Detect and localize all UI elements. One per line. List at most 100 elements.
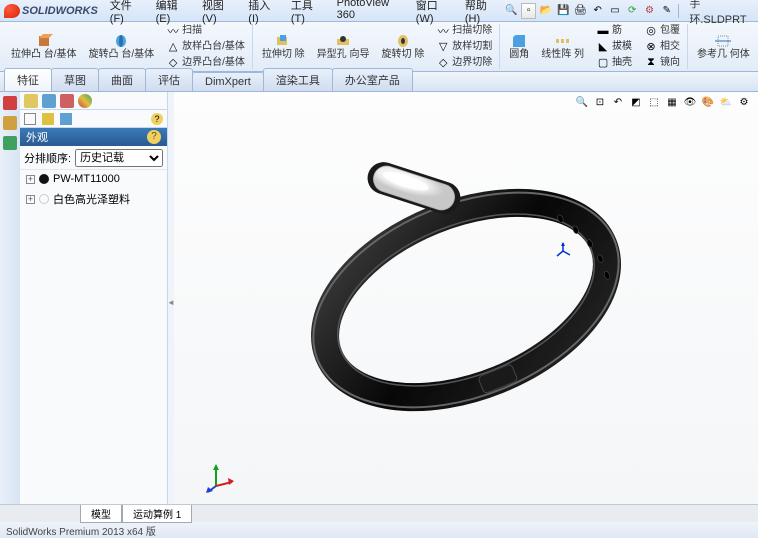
tab-dimxpert[interactable]: DimXpert — [192, 72, 264, 91]
tab-features[interactable]: 特征 — [4, 68, 52, 91]
wristband-model — [296, 140, 636, 440]
extrude-cut-icon — [274, 33, 292, 49]
boundary-cut-icon: ◇ — [436, 56, 450, 70]
menu-insert[interactable]: 插入(I) — [242, 0, 283, 27]
undo-icon[interactable]: ↶ — [590, 3, 605, 19]
zoom-fit-icon[interactable]: 🔍 — [574, 94, 590, 110]
feature-manager-pane: ? 外观 ? 分排顺序: 历史记载 + PW-MT11000 + 白色高光泽塑料 — [0, 92, 168, 504]
mirror-icon: ⧗ — [644, 56, 658, 70]
boundary-cut-button[interactable]: ◇边界切除 — [433, 55, 495, 71]
intersect-button[interactable]: ⊗相交 — [641, 39, 683, 55]
orientation-triad-icon[interactable] — [554, 242, 572, 260]
revolve-icon — [112, 33, 130, 49]
options-icon[interactable]: ⚙ — [642, 3, 657, 19]
menu-tools[interactable]: 工具(T) — [285, 0, 329, 27]
color-swatch-black — [39, 174, 49, 184]
save-icon[interactable]: 💾 — [556, 3, 571, 19]
sweep-button[interactable]: 〰扫描 — [163, 23, 248, 39]
wrap-icon: ◎ — [644, 24, 658, 38]
display-style-icon[interactable]: ▦ — [664, 94, 680, 110]
settings-icon[interactable]: ✎ — [659, 3, 674, 19]
tab-sketch[interactable]: 草图 — [51, 68, 99, 91]
expand-icon[interactable]: + — [26, 195, 35, 204]
fm-tab-tree-icon[interactable] — [24, 94, 38, 108]
appearance-icon[interactable]: 🎨 — [700, 94, 716, 110]
loft-cut-button[interactable]: ▽放样切割 — [433, 39, 495, 55]
refgeom-icon — [714, 33, 732, 49]
sweep-cut-button[interactable]: 〰扫描切除 — [433, 23, 495, 39]
sort-select[interactable]: 历史记载 — [75, 149, 163, 167]
fm-toolbar: ? — [20, 110, 167, 128]
panel-help-icon[interactable]: ? — [147, 130, 161, 144]
extrude-icon — [37, 34, 51, 48]
taskpane-icon-3[interactable] — [3, 136, 17, 150]
loft-icon: △ — [166, 40, 180, 54]
tab-motion-study[interactable]: 运动算例 1 — [122, 505, 192, 523]
panel-title: 外观 — [26, 129, 48, 145]
rib-icon: ▬ — [596, 24, 610, 38]
extrude-cut-button[interactable]: 拉伸切 除 — [259, 32, 308, 61]
color-swatch-white — [39, 194, 49, 204]
rebuild-icon[interactable]: ⟳ — [625, 3, 640, 19]
wrap-button[interactable]: ◎包覆 — [641, 23, 683, 39]
section-view-icon[interactable]: ◩ — [628, 94, 644, 110]
taskpane-icon-2[interactable] — [3, 116, 17, 130]
shell-button[interactable]: ▢抽壳 — [593, 55, 635, 71]
logo-swoosh-icon — [4, 4, 20, 18]
menu-photoview[interactable]: PhotoView 360 — [331, 0, 408, 27]
open-icon[interactable]: 📂 — [538, 3, 553, 19]
new-doc-icon[interactable]: ▫ — [521, 3, 536, 19]
prev-view-icon[interactable]: ↶ — [610, 94, 626, 110]
appearance-panel-header: 外观 ? — [20, 128, 167, 146]
main-area: ? 外观 ? 分排顺序: 历史记载 + PW-MT11000 + 白色高光泽塑料 — [0, 92, 758, 504]
expand-icon[interactable]: + — [26, 175, 35, 184]
revolve-cut-button[interactable]: 旋转切 除 — [378, 32, 427, 61]
fm-help-icon[interactable]: ? — [151, 113, 163, 125]
fm-tab-config-icon[interactable] — [60, 94, 74, 108]
view-orient-icon[interactable]: ⬚ — [646, 94, 662, 110]
fm-tab-display-icon[interactable] — [78, 94, 92, 108]
heads-up-toolbar: 🔍 ⊡ ↶ ◩ ⬚ ▦ 👁 🎨 ⛅ ⚙ — [574, 94, 752, 110]
appearance-item-1[interactable]: + PW-MT11000 — [20, 170, 167, 188]
tab-evaluate[interactable]: 评估 — [145, 68, 193, 91]
fm-tab-prop-icon[interactable] — [42, 94, 56, 108]
taskpane-icon-1[interactable] — [3, 96, 17, 110]
zoom-area-icon[interactable]: ⊡ — [592, 94, 608, 110]
menu-file[interactable]: 文件(F) — [104, 0, 148, 27]
draft-button[interactable]: ◣拔模 — [593, 39, 635, 55]
rib-button[interactable]: ▬筋 — [593, 23, 635, 39]
view-settings-icon[interactable]: ⚙ — [736, 94, 752, 110]
scene-icon[interactable]: ⛅ — [718, 94, 734, 110]
pattern-icon — [554, 33, 572, 49]
hole-icon — [334, 33, 352, 49]
tab-render[interactable]: 渲染工具 — [263, 68, 333, 91]
linear-pattern-button[interactable]: 线性阵 列 — [538, 32, 587, 61]
fm-tool-icon-3[interactable] — [60, 113, 72, 125]
tab-model[interactable]: 模型 — [80, 505, 122, 523]
sweep-icon: 〰 — [166, 24, 180, 38]
tab-office[interactable]: 办公室产品 — [332, 68, 413, 91]
fillet-button[interactable]: 圆角 — [506, 32, 532, 61]
item-label: 白色高光泽塑料 — [53, 191, 130, 207]
shell-icon: ▢ — [596, 56, 610, 70]
fm-tool-icon-1[interactable] — [24, 113, 36, 125]
search-icon[interactable]: 🔍 — [504, 3, 519, 19]
mirror-button[interactable]: ⧗镜向 — [641, 55, 683, 71]
sort-label: 分排顺序: — [24, 150, 71, 166]
solidworks-logo: SOLIDWORKS — [4, 4, 98, 18]
hole-wizard-button[interactable]: 异型孔 向导 — [314, 32, 373, 61]
appearance-item-2[interactable]: + 白色高光泽塑料 — [20, 188, 167, 210]
hide-show-icon[interactable]: 👁 — [682, 94, 698, 110]
fm-tool-icon-2[interactable] — [42, 113, 54, 125]
3d-viewport[interactable]: 🔍 ⊡ ↶ ◩ ⬚ ▦ 👁 🎨 ⛅ ⚙ — [174, 92, 758, 504]
ref-geometry-button[interactable]: 参考几 何体 — [694, 32, 753, 61]
status-bar: SolidWorks Premium 2013 x64 版 — [0, 522, 758, 538]
print-icon[interactable]: 🖨 — [573, 3, 588, 19]
tab-surfaces[interactable]: 曲面 — [98, 68, 146, 91]
item-label: PW-MT11000 — [53, 173, 120, 185]
select-icon[interactable]: ▭ — [607, 3, 622, 19]
extrude-boss-button[interactable]: 拉伸凸 台/基体 — [8, 32, 80, 61]
loft-button[interactable]: △放样凸台/基体 — [163, 39, 248, 55]
bottom-tabs: 模型 运动算例 1 — [0, 504, 758, 522]
revolve-boss-button[interactable]: 旋转凸 台/基体 — [86, 32, 158, 61]
